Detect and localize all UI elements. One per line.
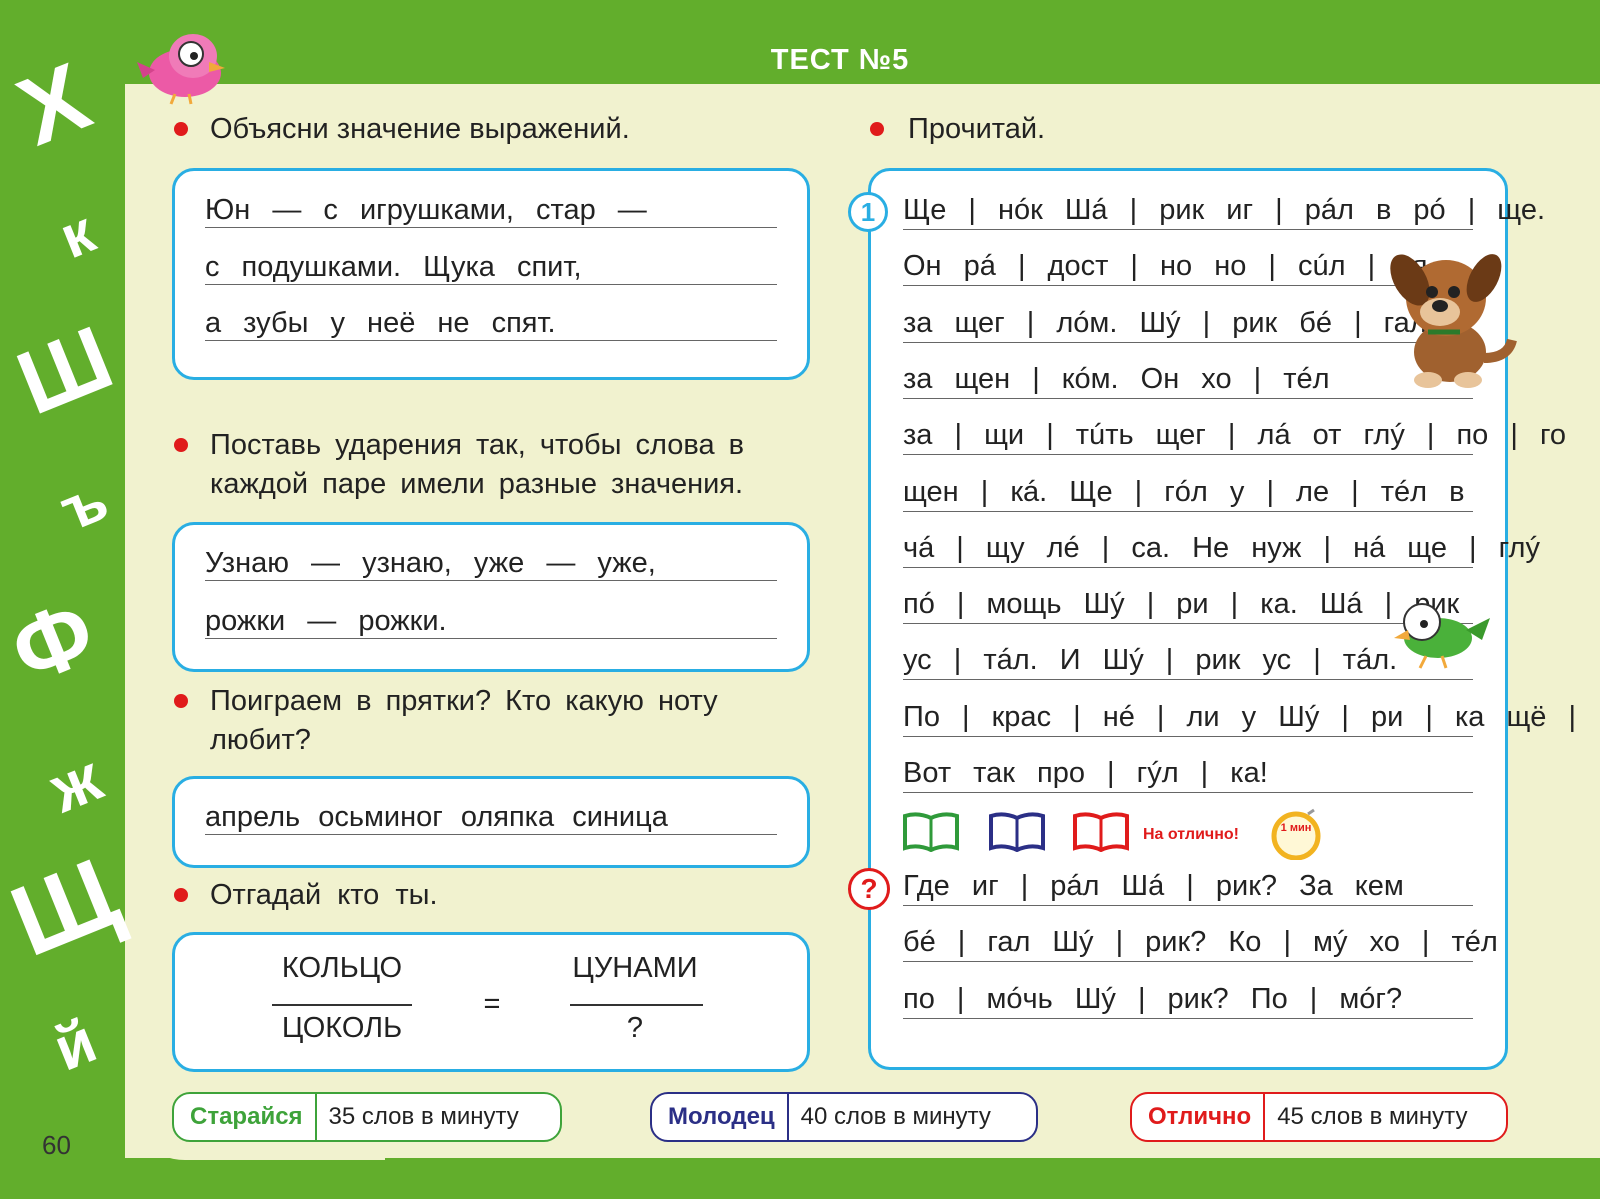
reading-rule xyxy=(903,510,1473,512)
question-rule xyxy=(903,961,1473,963)
reading-instruction: Прочитай. xyxy=(908,113,1046,145)
pink-bird-icon xyxy=(137,34,225,105)
score-badge: Старайся 35 слов в минуту xyxy=(172,1092,562,1142)
question-line: по | мóчь Шý | рик? По | мóг? xyxy=(903,982,1403,1015)
bullet xyxy=(174,694,188,708)
riddle-left-top: КОЛЬЦО xyxy=(281,952,403,984)
reading-line: за щег | лóм. Шý | рик бé | гал xyxy=(903,306,1427,339)
footer-band xyxy=(125,1158,1600,1199)
task2-box xyxy=(172,522,810,672)
bullet xyxy=(174,438,188,452)
reading-line: ус | тáл. И Шý | рик ус | тáл. xyxy=(903,644,1398,677)
task2-line: Узнаю — узнаю, уже — уже, xyxy=(205,546,777,581)
score-badge: Отлично 45 слов в минуту xyxy=(1130,1092,1508,1142)
reading-rule xyxy=(903,679,1473,681)
score-label: Старайся xyxy=(174,1094,317,1140)
riddle-right-top: ЦУНАМИ xyxy=(572,952,698,984)
task4-instruction: Отгадай кто ты. xyxy=(210,879,438,911)
reading-line: Он рá | дост | но но | сúл | ся xyxy=(903,250,1428,283)
question-rule xyxy=(903,905,1473,906)
reading-rule xyxy=(903,566,1473,568)
blue-book-icon xyxy=(989,812,1045,852)
score-value: 40 слов в минуту xyxy=(800,1103,991,1130)
reading-number: 1 xyxy=(848,192,888,232)
riddle-right-bottom: ? xyxy=(626,1012,644,1044)
bullet xyxy=(870,122,884,136)
riddle-left-bar xyxy=(272,1004,412,1006)
score-label: Отлично xyxy=(1132,1094,1266,1140)
timer-icon: 1 мин xyxy=(1270,808,1322,860)
reading-rule xyxy=(903,454,1473,456)
task3-instruction: любит? xyxy=(210,724,311,756)
task1-line: а зубы у неё не спят. xyxy=(205,306,777,341)
reading-line: за щен | кóм. Он хо | тéл xyxy=(903,362,1330,395)
score-value: 35 слов в минуту xyxy=(328,1103,519,1130)
reading-rule xyxy=(903,735,1473,737)
task3-line: апрель осьминог оляпка синица xyxy=(205,800,777,835)
riddle-right-bar xyxy=(570,1004,703,1006)
question-line: Где иг | рáл Шá | рик? За кем xyxy=(903,870,1404,902)
task1-line: с подушками. Щука спит, xyxy=(205,250,777,285)
red-book-icon xyxy=(1073,812,1129,852)
excellent-label: На отлично! xyxy=(1143,826,1239,843)
reading-line: Ще | нóк Шá | рик иг | рáл в рó | ще. xyxy=(903,194,1546,226)
reading-line: чá | щу лé | са. Не нуж | нá ще | глý xyxy=(903,531,1540,564)
page-title: ТЕСТ №5 xyxy=(770,44,910,76)
puppy-icon xyxy=(1390,254,1517,388)
question-mark-icon: ? xyxy=(848,868,890,910)
riddle-left-bottom: ЦОКОЛЬ xyxy=(281,1012,403,1044)
green-bird-icon xyxy=(1394,603,1490,669)
score-badge: Молодец 40 слов в минуту xyxy=(650,1092,1038,1142)
bullet xyxy=(174,122,188,136)
reading-line: Вот так про | гýл | ка! xyxy=(903,757,1268,789)
question-line: бé | гал Шý | рик? Ко | мý хо | тéл xyxy=(903,926,1498,959)
score-value: 45 слов в минуту xyxy=(1277,1103,1468,1130)
page-number: 60 xyxy=(42,1130,71,1160)
bullet xyxy=(174,888,188,902)
task1-line: Юн — с игрушками, стар — xyxy=(205,193,777,228)
reading-line: за | щи | тúть щег | лá от глý | по | го xyxy=(903,419,1567,452)
score-label: Молодец xyxy=(652,1094,789,1140)
reading-line: По | крас | нé | ли у Шý | ри | ка щё | … xyxy=(903,700,1600,733)
reading-rule xyxy=(903,229,1473,230)
reading-line: пó | мощь Шý | ри | ка. Шá | рик xyxy=(903,588,1460,621)
reading-rule xyxy=(903,792,1473,793)
green-book-icon xyxy=(903,812,959,852)
riddle-equals: = xyxy=(483,988,501,1020)
timer-label: 1 мин xyxy=(1280,822,1312,834)
reading-line: щен | кá. Ще | гóл у | ле | тéл в xyxy=(903,475,1465,508)
task3-instruction: Поиграем в прятки? Кто какую ноту xyxy=(210,685,718,717)
reading-rule xyxy=(903,397,1473,399)
task2-instruction: каждой паре имели разные значения. xyxy=(210,468,744,500)
task2-instruction: Поставь ударения так, чтобы слова в xyxy=(210,429,745,461)
task2-line: рожки — рожки. xyxy=(205,604,777,639)
question-rule xyxy=(903,1017,1473,1019)
task1-instruction: Объясни значение выражений. xyxy=(210,113,630,145)
